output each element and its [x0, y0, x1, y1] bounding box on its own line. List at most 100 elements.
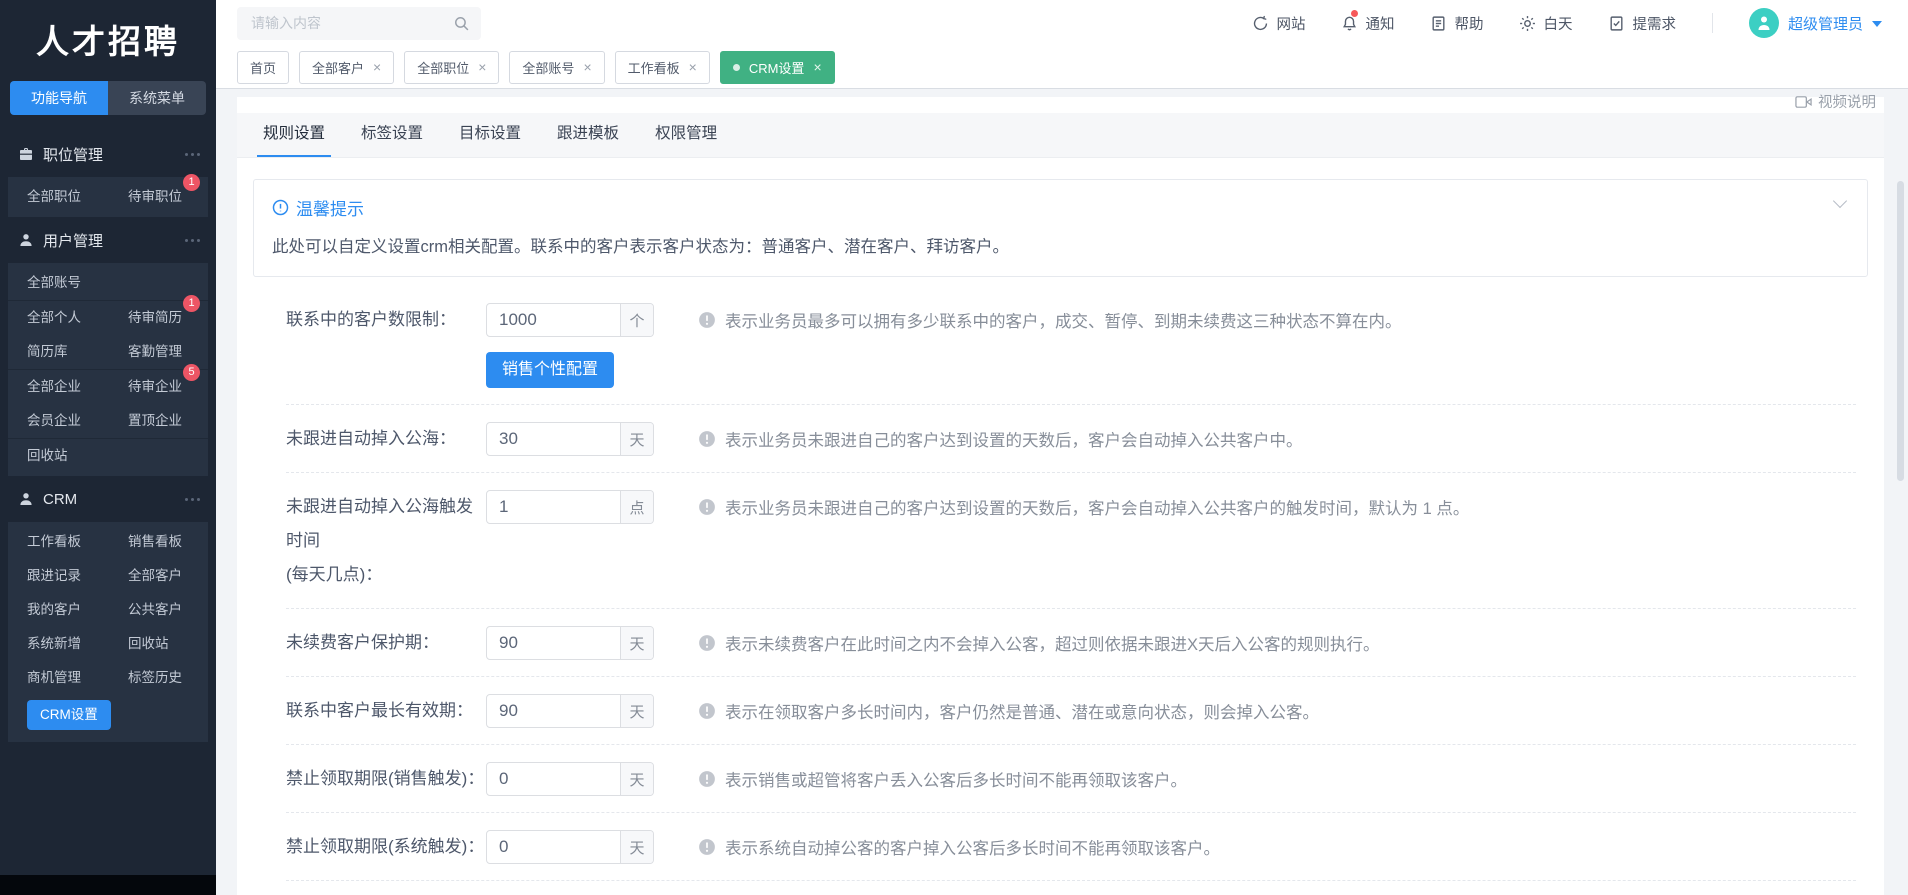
section-header-positions[interactable]: 职位管理 [0, 131, 216, 177]
sidebar-item-pending-positions[interactable]: 待审职位 1 [128, 174, 200, 214]
sidebar-item-followup-records[interactable]: 跟进记录 [27, 559, 85, 593]
sales-custom-config-button[interactable]: 销售个性配置 [486, 352, 615, 388]
row-divider [286, 880, 1856, 881]
sidebar-item-tag-history[interactable]: 标签历史 [128, 661, 186, 695]
sidebar-item-all-persons[interactable]: 全部个人 [27, 301, 85, 335]
sidebar-item-recycle-bin-crm[interactable]: 回收站 [128, 627, 173, 661]
sidebar-item-recycle-bin-users[interactable]: 回收站 [27, 439, 72, 473]
sidebar: 人才招聘 功能导航 系统菜单 职位管理 全部职位 待审职位 1 用户管理 全部账… [0, 0, 216, 895]
number-input[interactable] [487, 831, 620, 863]
sidebar-item-public-customers[interactable]: 公共客户 [128, 593, 186, 627]
menu-item-help[interactable]: 帮助 [1430, 13, 1483, 34]
auto-drop-days-input: 天 [486, 422, 654, 456]
info-filled-icon [699, 635, 715, 651]
field-label-line2: (每天几点)： [286, 565, 383, 584]
page-tab-work-board[interactable]: 工作看板 × [614, 50, 710, 84]
sidebar-item-all-companies[interactable]: 全部企业 [27, 370, 85, 404]
sidebar-item-all-positions[interactable]: 全部职位 [27, 180, 85, 214]
page-tab-crm-settings-active[interactable]: CRM设置 × [719, 50, 835, 84]
menu-item-submit-request[interactable]: 提需求 [1608, 13, 1676, 34]
field-help: 表示业务员未跟进自己的客户达到设置的天数后，客户会自动掉入公共客户中。 [698, 422, 1303, 456]
page-tab-home[interactable]: 首页 [237, 50, 290, 84]
tab-system-menu[interactable]: 系统菜单 [108, 81, 206, 115]
sidebar-item-label: 待审职位 [128, 189, 182, 204]
help-text: 表示业务员最多可以拥有多少联系中的客户，成交、暂停、到期未续费这三种状态不算在内… [725, 313, 1402, 331]
help-text: 表示业务员未跟进自己的客户达到设置的天数后，客户会自动掉入公共客户的触发时间，默… [725, 500, 1470, 518]
sidebar-item-guest-management[interactable]: 客勤管理 [128, 335, 186, 369]
help-text: 表示未续费客户在此时间之内不会掉入公客，超过则依据未跟进X天后入公客的规则执行。 [725, 636, 1380, 654]
sidebar-item-work-board[interactable]: 工作看板 [27, 525, 85, 559]
section-title: 职位管理 [43, 146, 104, 164]
form-row-max-validity: 联系中客户最长有效期： 天 表示在领取客户多长时间内，客户仍然是普通、潜在或意向… [286, 694, 1856, 728]
row-divider [286, 608, 1856, 609]
row-divider [286, 744, 1856, 745]
close-icon[interactable]: × [478, 60, 486, 74]
sidebar-item-opportunity-management[interactable]: 商机管理 [27, 661, 85, 695]
sidebar-item-top-companies[interactable]: 置顶企业 [128, 404, 186, 438]
field-label: 禁止领取期限(系统触发)： [286, 837, 485, 856]
page-tab-all-positions[interactable]: 全部职位 × [404, 50, 500, 84]
menu-item-website[interactable]: 网站 [1252, 13, 1305, 34]
section-title: 用户管理 [43, 232, 104, 250]
sidebar-item-crm-settings-active[interactable]: CRM设置 [27, 700, 111, 730]
close-icon[interactable]: × [373, 60, 381, 74]
search-icon[interactable] [453, 15, 470, 32]
section-header-crm[interactable]: CRM [0, 476, 216, 522]
user-menu[interactable]: 超级管理员 [1748, 8, 1882, 38]
close-icon[interactable]: × [583, 60, 591, 74]
number-input[interactable] [487, 304, 620, 336]
video-help-link[interactable]: 视频说明 [1795, 91, 1876, 112]
user-icon [20, 493, 32, 505]
settings-card: 规则设置 标签设置 目标设置 跟进模板 权限管理 温馨提示 此处可以自定义设置c… [237, 97, 1884, 895]
info-filled-icon [699, 431, 715, 447]
sidebar-item-system-new[interactable]: 系统新增 [27, 627, 85, 661]
sidebar-item-member-companies[interactable]: 会员企业 [27, 404, 85, 438]
globe-icon [1254, 15, 1268, 30]
page-tab-all-accounts[interactable]: 全部账号 × [509, 50, 605, 84]
menu-item-notifications[interactable]: 通知 [1341, 8, 1395, 34]
page-tab-all-customers[interactable]: 全部客户 × [299, 50, 395, 84]
number-input[interactable] [487, 423, 620, 455]
field-help: 表示销售或超管将客户丢入公客后多长时间不能再领取该客户。 [698, 762, 1187, 796]
close-icon[interactable]: × [813, 60, 821, 74]
sidebar-item-pending-companies[interactable]: 待审企业 5 [128, 364, 200, 404]
sidebar-item-all-accounts[interactable]: 全部账号 [27, 266, 85, 300]
field-label: 未跟进自动掉入公海： [286, 429, 456, 448]
tab-goal-settings[interactable]: 目标设置 [453, 112, 527, 157]
vertical-scrollbar[interactable] [1897, 181, 1904, 481]
menu-label: 网站 [1276, 16, 1306, 33]
number-input[interactable] [487, 627, 620, 659]
more-dots-icon[interactable] [185, 152, 200, 156]
more-dots-icon[interactable] [185, 497, 200, 501]
menu-label: 通知 [1365, 16, 1395, 33]
tab-function-nav[interactable]: 功能导航 [10, 81, 108, 115]
more-dots-icon[interactable] [185, 238, 200, 242]
tab-permission-management[interactable]: 权限管理 [649, 112, 723, 157]
collapse-chevron-icon[interactable] [1832, 193, 1848, 209]
unit-suffix: 天 [620, 831, 653, 863]
number-input[interactable] [487, 695, 620, 727]
menu-group: 全部账号 [8, 266, 208, 300]
tab-followup-template[interactable]: 跟进模板 [551, 112, 625, 157]
row-divider [286, 676, 1856, 677]
form-row-trigger-time: 未跟进自动掉入公海触发时间 (每天几点)： 点 表示业务员未跟进自己的客户达到设… [286, 490, 1856, 592]
tab-rule-settings[interactable]: 规则设置 [257, 112, 332, 157]
sidebar-item-pending-resumes[interactable]: 待审简历 1 [128, 295, 200, 335]
field-help: 表示业务员未跟进自己的客户达到设置的天数后，客户会自动掉入公共客户的触发时间，默… [698, 490, 1469, 524]
tab-tag-settings[interactable]: 标签设置 [355, 112, 429, 157]
number-input[interactable] [487, 763, 620, 795]
sidebar-item-my-customers[interactable]: 我的客户 [27, 593, 85, 627]
app-title: 人才招聘 [36, 22, 180, 61]
search-input[interactable] [237, 6, 481, 40]
section-header-users[interactable]: 用户管理 [0, 217, 216, 263]
number-input[interactable] [487, 491, 620, 523]
field-help: 表示业务员最多可以拥有多少联系中的客户，成交、暂停、到期未续费这三种状态不算在内… [698, 303, 1402, 337]
menu-item-theme-day[interactable]: 白天 [1519, 13, 1572, 34]
trigger-hour-input: 点 [486, 490, 654, 524]
sidebar-item-sales-board[interactable]: 销售看板 [128, 525, 186, 559]
sidebar-item-all-customers[interactable]: 全部客户 [128, 559, 186, 593]
sidebar-item-resume-library[interactable]: 简历库 [27, 335, 72, 369]
active-dot-icon [732, 63, 740, 71]
close-icon[interactable]: × [689, 60, 697, 74]
form-row-forbid-claim-system: 禁止领取期限(系统触发)： 天 表示系统自动掉公客的客户掉入公客后多长时间不能再… [286, 830, 1856, 864]
